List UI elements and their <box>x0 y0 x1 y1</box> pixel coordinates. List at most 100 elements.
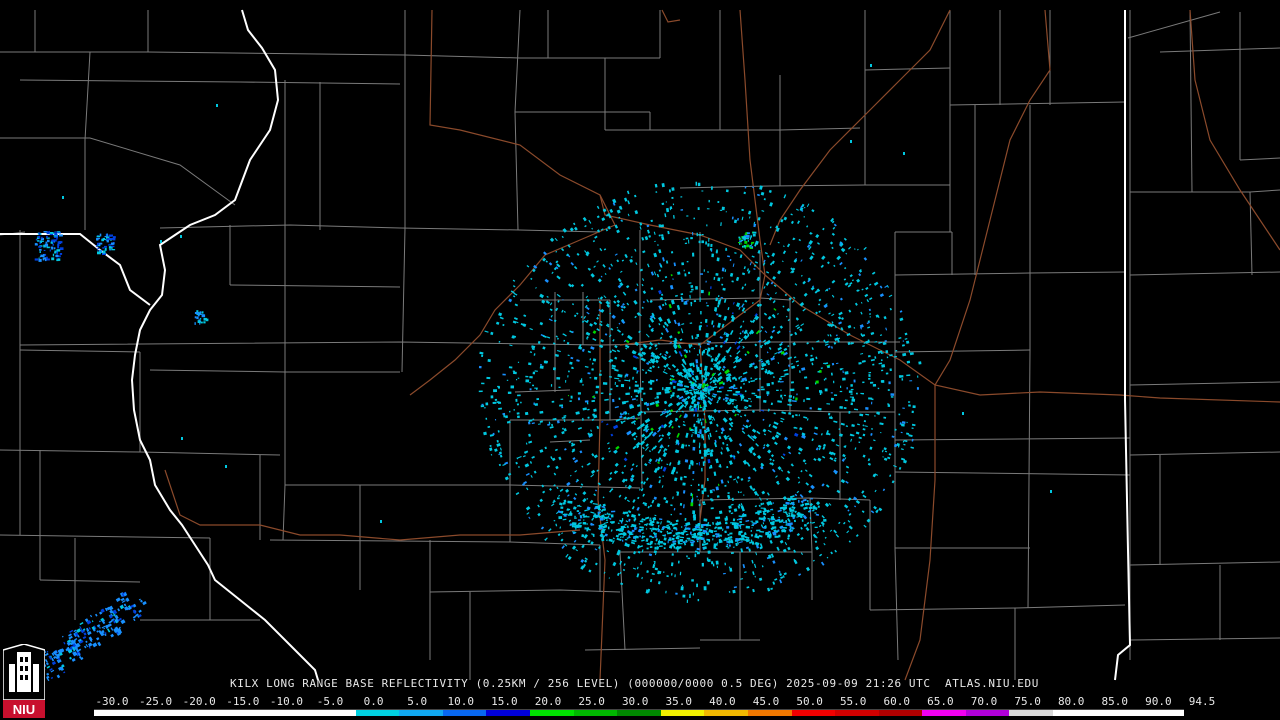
echo-speck <box>839 368 843 371</box>
echo-speck <box>781 397 783 400</box>
echo-speck <box>45 256 48 260</box>
echo-speck <box>697 431 700 433</box>
echo-speck <box>618 397 621 400</box>
echo-speck <box>880 380 884 383</box>
echo-speck <box>697 433 700 437</box>
echo-speck <box>747 239 749 242</box>
echo-speck <box>517 361 520 363</box>
echo-speck <box>481 354 484 357</box>
echo-speck <box>591 368 594 371</box>
echo-speck <box>37 240 40 242</box>
echo-speck <box>39 246 41 248</box>
echo-speck <box>729 532 733 535</box>
echo-speck <box>194 322 196 325</box>
echo-speck <box>704 460 706 464</box>
scale-label: -5.0 <box>316 695 344 708</box>
echo-speck <box>889 368 892 372</box>
echo-speck <box>672 203 675 206</box>
echo-speck <box>702 503 706 505</box>
echo-speck <box>823 378 826 381</box>
echo-speck <box>706 448 710 453</box>
echo-speck <box>751 527 753 529</box>
echo-speck <box>43 249 46 251</box>
echo-speck <box>814 512 817 514</box>
echo-speck <box>586 523 588 525</box>
echo-speck <box>600 392 604 394</box>
echo-speck <box>848 410 851 414</box>
echo-speck <box>918 361 922 365</box>
echo-speck <box>97 242 100 246</box>
echo-speck <box>781 519 784 523</box>
echo-speck <box>54 232 58 236</box>
echo-speck <box>817 505 820 508</box>
echo-speck <box>710 243 713 248</box>
echo-speck <box>572 367 574 369</box>
echo-speck <box>707 477 709 482</box>
scale-label: 85.0 <box>1101 695 1129 708</box>
echo-speck <box>701 375 704 378</box>
echo-speck <box>758 377 762 380</box>
echo-speck <box>46 235 48 238</box>
echo-speck <box>917 375 919 378</box>
echo-speck <box>529 375 533 379</box>
echo-speck <box>39 248 42 251</box>
echo-speck <box>908 401 911 403</box>
echo-speck <box>216 104 218 107</box>
echo-speck <box>649 517 652 519</box>
color-bar-segment <box>617 710 661 716</box>
echo-speck <box>629 386 631 390</box>
scale-label: -30.0 <box>95 695 129 708</box>
echo-speck <box>525 375 529 378</box>
echo-speck <box>480 405 485 408</box>
echo-speck <box>698 349 701 354</box>
product-caption: KILX LONG RANGE BASE REFLECTIVITY (0.25K… <box>230 677 1039 690</box>
echo-speck <box>49 249 51 252</box>
echo-speck <box>755 533 758 536</box>
echo-speck <box>709 466 711 469</box>
echo-speck <box>49 233 54 236</box>
echo-speck <box>515 398 518 402</box>
echo-speck <box>711 499 714 502</box>
echo-speck <box>692 232 694 236</box>
echo-speck <box>653 532 656 534</box>
echo-speck <box>819 392 822 396</box>
echo-speck <box>844 371 849 375</box>
echo-speck <box>698 343 701 346</box>
echo-speck <box>198 319 201 321</box>
color-bar-segment <box>835 710 879 716</box>
scale-label: 55.0 <box>839 695 867 708</box>
echo-speck <box>692 439 696 443</box>
echo-speck <box>697 599 700 602</box>
echo-speck <box>790 381 794 384</box>
echo-speck <box>798 512 801 515</box>
echo-speck <box>106 240 109 243</box>
echo-speck <box>877 412 880 415</box>
echo-speck <box>553 520 556 522</box>
echo-speck <box>872 363 875 366</box>
echo-speck <box>570 395 573 399</box>
echo-speck <box>706 305 709 307</box>
echo-speck <box>104 245 107 248</box>
echo-speck <box>700 310 702 315</box>
echo-speck <box>726 543 729 546</box>
echo-speck <box>902 407 905 409</box>
echo-speck <box>844 399 848 402</box>
echo-speck <box>711 561 714 565</box>
echo-speck <box>692 497 694 502</box>
echo-speck <box>694 532 696 535</box>
echo-speck <box>771 509 774 511</box>
echo-speck <box>487 359 491 363</box>
echo-speck <box>47 239 50 243</box>
echo-speck <box>749 245 751 248</box>
echo-speck <box>598 373 602 376</box>
echo-speck <box>640 528 644 531</box>
color-bar-segment <box>878 710 923 716</box>
echo-speck <box>711 253 714 258</box>
echo-speck <box>747 237 749 240</box>
echo-speck <box>55 254 59 257</box>
echo-speck <box>677 543 683 545</box>
echo-speck <box>108 234 112 237</box>
echo-speck <box>517 377 520 379</box>
echo-speck <box>56 236 58 240</box>
echo-speck <box>96 237 99 241</box>
